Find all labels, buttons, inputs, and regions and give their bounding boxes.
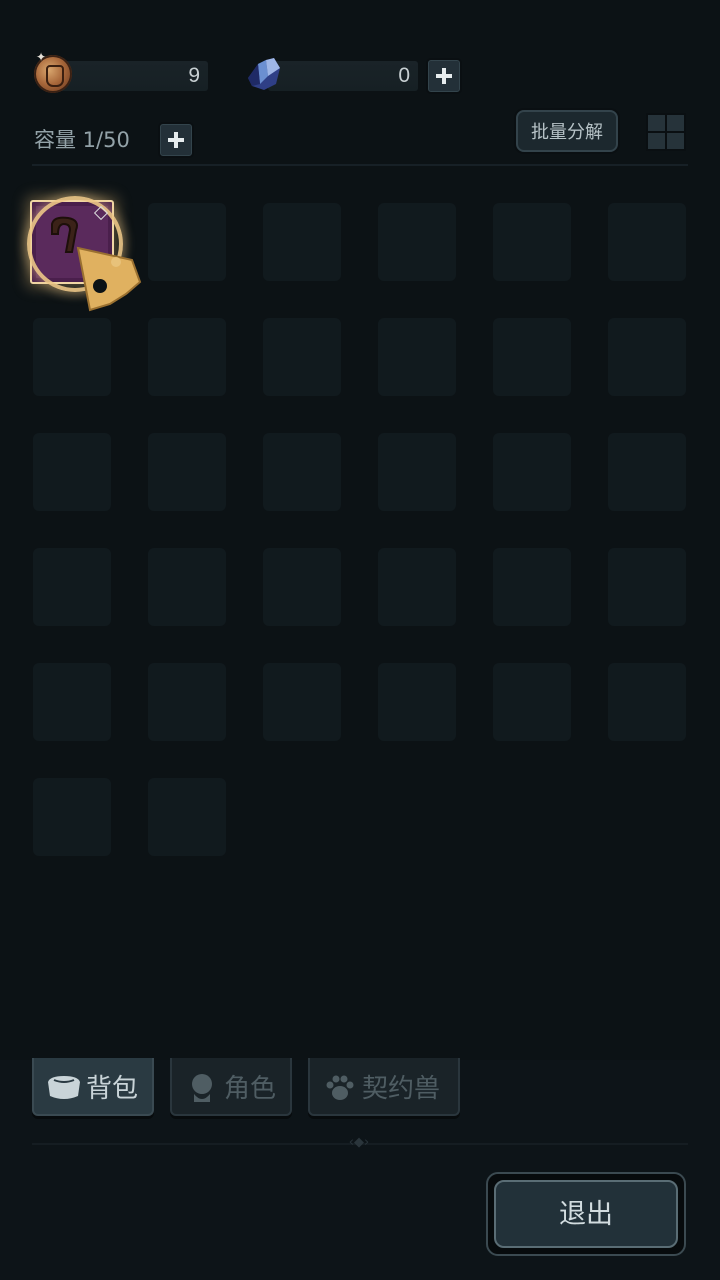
- inventory-slot-empty[interactable]: [263, 548, 341, 626]
- inventory-slot-empty[interactable]: [148, 778, 226, 856]
- coin-counter: 9: [58, 61, 208, 91]
- tutorial-pointer-icon: [76, 246, 142, 312]
- inventory-slot-empty[interactable]: [263, 203, 341, 281]
- inventory-slot-empty[interactable]: [378, 203, 456, 281]
- inventory-slot-empty[interactable]: [378, 663, 456, 741]
- header-divider: [32, 164, 688, 166]
- divider-ornament-icon: ‹◆›: [348, 1135, 370, 1150]
- inventory-slot-empty[interactable]: [148, 663, 226, 741]
- background-panel: [0, 0, 720, 1060]
- blue-crystal-icon: [248, 58, 280, 90]
- exit-button[interactable]: 退出: [494, 1180, 678, 1248]
- inventory-slot-empty[interactable]: [33, 433, 111, 511]
- inventory-slot-empty[interactable]: [33, 663, 111, 741]
- inventory-slot-empty[interactable]: [148, 433, 226, 511]
- inventory-slot-empty[interactable]: [148, 548, 226, 626]
- inventory-slot-empty[interactable]: [33, 778, 111, 856]
- inventory-slot-empty[interactable]: [263, 318, 341, 396]
- inventory-slot-empty[interactable]: [493, 548, 571, 626]
- add-crystal-button[interactable]: [428, 60, 460, 92]
- inventory-slot-empty[interactable]: [608, 663, 686, 741]
- inventory-slot-empty[interactable]: [378, 548, 456, 626]
- inventory-slot-empty[interactable]: [263, 433, 341, 511]
- inventory-slot-empty[interactable]: [493, 318, 571, 396]
- inventory-slot-empty[interactable]: [148, 203, 226, 281]
- coin-value: 9: [188, 64, 200, 87]
- paw-icon: [326, 1075, 354, 1100]
- inventory-slot-empty[interactable]: [263, 663, 341, 741]
- inventory-slot-empty[interactable]: [33, 318, 111, 396]
- capacity-label: 容量 1/50: [34, 128, 130, 152]
- grid-view-icon[interactable]: [646, 113, 686, 151]
- crystal-counter: 0: [268, 61, 418, 91]
- tab-character[interactable]: 角色: [170, 1058, 292, 1116]
- tab-label: 角色: [224, 1074, 277, 1104]
- inventory-slot-empty[interactable]: [493, 203, 571, 281]
- inventory-slot-empty[interactable]: [608, 318, 686, 396]
- bag-icon: [48, 1076, 80, 1099]
- tab-bag[interactable]: 背包: [32, 1058, 154, 1116]
- inventory-slot-empty[interactable]: [608, 203, 686, 281]
- inventory-slot-empty[interactable]: [378, 433, 456, 511]
- inventory-slot-empty[interactable]: [33, 548, 111, 626]
- inventory-slot-empty[interactable]: [493, 663, 571, 741]
- crystal-value: 0: [398, 64, 410, 87]
- inventory-slot-empty[interactable]: [493, 433, 571, 511]
- tab-label: 背包: [86, 1074, 139, 1104]
- tab-label: 契约兽: [362, 1074, 441, 1104]
- inventory-slot-empty[interactable]: [378, 318, 456, 396]
- inventory-slot-empty[interactable]: [148, 318, 226, 396]
- expand-capacity-button[interactable]: [160, 124, 192, 156]
- inventory-slot-empty[interactable]: [608, 433, 686, 511]
- sparkle-icon: ✦: [36, 50, 47, 64]
- inventory-slot-empty[interactable]: [608, 548, 686, 626]
- tab-contract-beast[interactable]: 契约兽: [308, 1058, 460, 1116]
- character-icon: [192, 1074, 212, 1102]
- exit-button-frame: 退出: [486, 1172, 686, 1256]
- batch-decompose-button[interactable]: 批量分解: [516, 110, 618, 152]
